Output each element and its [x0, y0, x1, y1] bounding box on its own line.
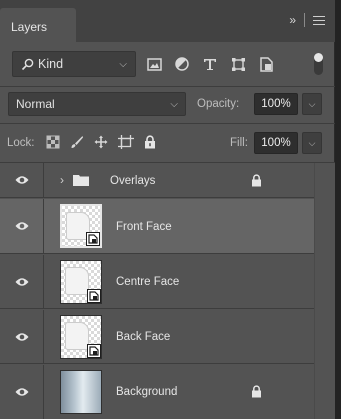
lock-artboard-icon[interactable] [118, 135, 134, 152]
layer-name[interactable]: Centre Face [116, 276, 179, 288]
visibility-eye-icon[interactable] [0, 365, 44, 419]
visibility-eye-icon[interactable] [0, 199, 44, 253]
lock-position-icon[interactable] [94, 135, 108, 152]
fill-input[interactable]: 100% [254, 132, 298, 154]
image-filter-icon[interactable] [146, 56, 162, 72]
tab-layers[interactable]: Layers [0, 8, 76, 42]
lock-label: Lock: [7, 137, 35, 149]
blend-row: Normal ⌵ Opacity: 100% ⌵ [0, 87, 335, 123]
panel-menu-icon[interactable] [313, 13, 325, 28]
layers-panel: Layers » Kind ⌵ Normal ⌵ Opacity: 100% ⌵… [0, 0, 335, 419]
lock-row: Lock: Fill: 100% ⌵ [0, 124, 335, 162]
filter-toggle[interactable] [314, 53, 323, 75]
smart-object-icon [87, 344, 101, 358]
adjustment-filter-icon[interactable] [174, 56, 190, 72]
type-filter-icon[interactable] [202, 56, 218, 72]
filter-kind-dropdown[interactable]: Kind ⌵ [12, 51, 136, 77]
layer-thumbnail[interactable] [60, 315, 102, 359]
shape-filter-icon[interactable] [230, 56, 246, 72]
blend-mode-label: Normal [16, 97, 55, 111]
layer-name[interactable]: Overlays [110, 175, 155, 187]
blend-mode-dropdown[interactable]: Normal ⌵ [8, 92, 186, 116]
smart-object-icon [87, 289, 101, 303]
chevron-down-icon: ⌵ [119, 58, 127, 70]
lock-all-icon[interactable] [144, 135, 156, 152]
visibility-eye-icon[interactable] [0, 310, 44, 363]
layer-row-centre-face[interactable]: Centre Face [0, 255, 335, 309]
smart-object-filter-icon[interactable] [258, 56, 274, 72]
opacity-label: Opacity: [197, 98, 240, 110]
menu-separator [304, 13, 305, 28]
opacity-chevron-icon[interactable]: ⌵ [302, 93, 322, 115]
layers-list: › Overlays Front Face Centre Face Back F… [0, 163, 335, 419]
visibility-eye-icon[interactable] [0, 255, 44, 308]
layer-row-back-face[interactable]: Back Face [0, 310, 335, 364]
layer-row-front-face[interactable]: Front Face [0, 199, 335, 254]
filter-row: Kind ⌵ [0, 42, 335, 86]
thumbnail-shape [65, 322, 89, 350]
layer-row-background[interactable]: Background [0, 365, 335, 419]
scrollbar[interactable] [314, 163, 335, 419]
lock-transparent-pixels-icon[interactable] [46, 135, 60, 152]
opacity-input[interactable]: 100% [254, 93, 298, 115]
search-icon [21, 58, 34, 70]
layer-name[interactable]: Background [116, 386, 177, 398]
lock-icon [251, 174, 262, 190]
fill-label: Fill: [230, 137, 248, 149]
lock-icon [251, 385, 262, 401]
layer-name[interactable]: Back Face [116, 331, 170, 343]
layer-thumbnail[interactable] [60, 204, 102, 248]
visibility-eye-icon[interactable] [0, 163, 44, 197]
smart-object-icon [86, 232, 100, 246]
layer-name[interactable]: Front Face [116, 221, 172, 233]
chevron-down-icon: ⌵ [170, 98, 178, 110]
layer-row-overlays[interactable]: › Overlays [0, 163, 335, 198]
layer-thumbnail[interactable] [60, 370, 102, 414]
tab-layers-label: Layers [11, 20, 48, 34]
panel-tab-bar: Layers » [0, 0, 335, 42]
layer-thumbnail[interactable] [60, 260, 102, 304]
collapse-icon[interactable]: » [289, 13, 296, 27]
expand-chevron-icon[interactable]: › [60, 173, 64, 187]
lock-image-pixels-icon[interactable] [70, 135, 84, 152]
filter-kind-label: Kind [38, 57, 64, 71]
thumbnail-shape [65, 267, 89, 295]
folder-icon [73, 175, 89, 189]
fill-chevron-icon[interactable]: ⌵ [302, 132, 322, 154]
